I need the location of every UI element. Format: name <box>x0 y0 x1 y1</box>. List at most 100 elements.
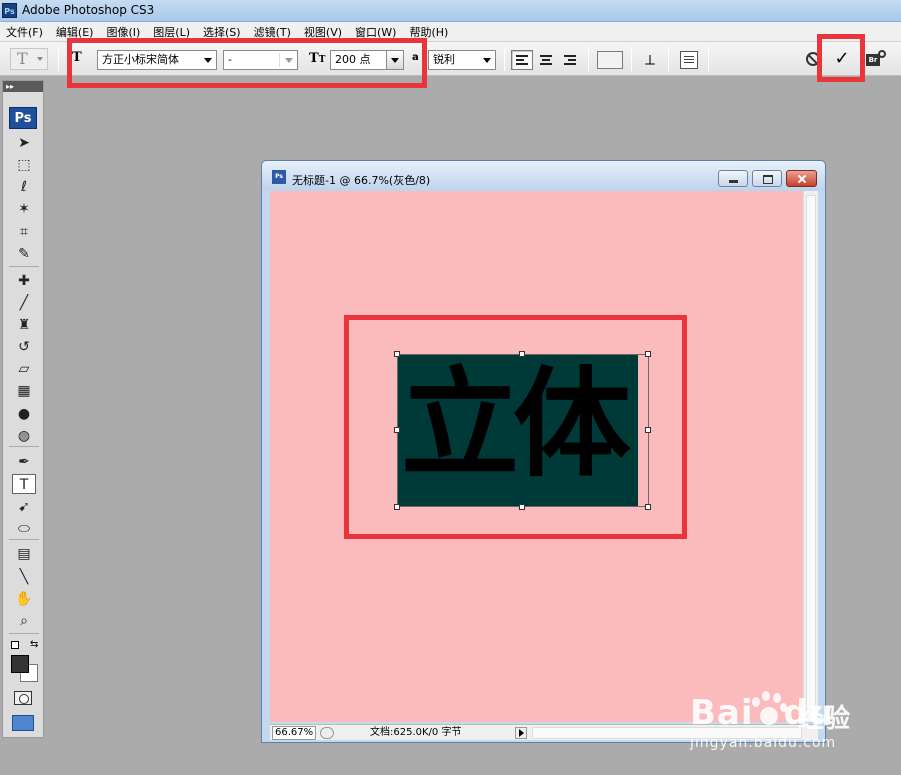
ps-badge-icon[interactable]: Ps <box>9 107 37 129</box>
font-family-value: 方正小标宋简体 <box>102 53 179 66</box>
antialias-icon: a <box>412 52 419 63</box>
tool-preset-picker[interactable]: T <box>10 48 48 70</box>
character-palette-icon[interactable] <box>680 51 698 69</box>
toolbox-grip[interactable]: ▸▸ <box>3 81 43 92</box>
history-brush-tool[interactable]: ↺ <box>12 337 36 357</box>
toolbox-divider <box>9 633 39 634</box>
transform-handle-t[interactable] <box>519 351 525 357</box>
toolbox-divider <box>9 266 39 267</box>
path-selection-tool[interactable]: ➹ <box>12 497 36 517</box>
eyedropper-tool[interactable]: ╲ <box>12 567 36 587</box>
bridge-icon[interactable]: Br <box>866 50 888 68</box>
marquee-tool[interactable]: ⬚ <box>12 155 36 175</box>
eraser-tool[interactable]: ▱ <box>12 359 36 379</box>
align-center-button[interactable] <box>535 50 557 70</box>
dropdown-divider <box>279 53 280 67</box>
screen-mode-icon[interactable] <box>12 715 34 731</box>
text-color-swatch[interactable] <box>597 51 623 69</box>
font-family-dropdown[interactable]: 方正小标宋简体 <box>97 50 217 70</box>
type-tool[interactable]: T <box>12 474 36 494</box>
hand-tool[interactable]: ✋ <box>12 589 36 609</box>
dodge-tool[interactable]: ◍ <box>12 426 36 446</box>
default-colors-icon[interactable] <box>11 641 19 649</box>
toolbox-divider <box>9 539 39 540</box>
commit-check-icon[interactable]: ✓ <box>824 45 860 73</box>
chevron-down-icon <box>285 58 293 63</box>
chevron-down-icon <box>391 58 399 63</box>
menu-image[interactable]: 图像(I) <box>106 24 140 40</box>
pen-tool[interactable]: ✒ <box>12 452 36 472</box>
menu-filter[interactable]: 滤镜(T) <box>254 24 291 40</box>
menu-layer[interactable]: 图层(L) <box>153 24 190 40</box>
close-button[interactable] <box>786 170 817 187</box>
transform-handle-tr[interactable] <box>645 351 651 357</box>
font-style-value: - <box>228 53 232 66</box>
warp-text-icon[interactable]: ⟂ <box>640 50 660 70</box>
font-size-value: 200 点 <box>335 53 371 66</box>
chevron-down-icon <box>37 57 43 61</box>
chevron-down-icon <box>483 58 491 63</box>
menu-help[interactable]: 帮助(H) <box>409 24 448 40</box>
align-left-button[interactable] <box>511 50 533 70</box>
healing-brush-tool[interactable]: ✚ <box>12 271 36 291</box>
clone-stamp-tool[interactable]: ♜ <box>12 315 36 335</box>
zoom-tool[interactable]: ⌕ <box>12 611 36 631</box>
text-orientation-toggle-icon[interactable]: T <box>72 50 86 68</box>
watermark-cn: 经验 <box>798 704 851 734</box>
slice-tool[interactable]: ✎ <box>12 244 36 264</box>
magic-wand-tool[interactable]: ✶ <box>12 199 36 219</box>
app-titlebar: Ps Adobe Photoshop CS3 <box>0 0 901 22</box>
font-style-dropdown[interactable]: - <box>223 50 298 70</box>
watermark-url: jingyan.baidu.com <box>690 735 837 751</box>
options-bar: T T 方正小标宋简体 - TT 200 点 a 锐利 ⟂ ✓ Br <box>0 42 901 76</box>
menu-view[interactable]: 视图(V) <box>304 24 342 40</box>
zoom-level-field[interactable]: 66.67% <box>272 726 316 740</box>
options-divider <box>631 47 632 71</box>
font-size-icon: TT <box>309 51 326 66</box>
vertical-scrollbar[interactable] <box>803 191 818 722</box>
zoom-menu-icon[interactable] <box>320 727 334 739</box>
swap-colors-icon[interactable]: ⇆ <box>30 639 38 650</box>
document-titlebar[interactable]: Ps 无标题-1 @ 66.7%(灰色/8) <box>262 161 825 191</box>
document-title: 无标题-1 @ 66.7%(灰色/8) <box>292 174 431 187</box>
options-divider <box>588 47 589 71</box>
move-tool[interactable]: ➤ <box>12 133 36 153</box>
gradient-tool[interactable]: ▦ <box>12 381 36 401</box>
chevron-down-icon <box>204 58 212 63</box>
menu-file[interactable]: 文件(F) <box>6 24 43 40</box>
menu-select[interactable]: 选择(S) <box>203 24 241 40</box>
minimize-button[interactable] <box>718 170 748 187</box>
antialias-value: 锐利 <box>433 53 455 66</box>
font-size-dropdown-button[interactable] <box>386 51 403 69</box>
transform-handle-tl[interactable] <box>394 351 400 357</box>
transform-handle-r[interactable] <box>645 427 651 433</box>
type-preset-icon: T <box>17 49 28 68</box>
paw-logo-icon <box>748 691 788 731</box>
brush-tool[interactable]: ╱ <box>12 293 36 313</box>
lasso-tool[interactable]: ℓ <box>12 177 36 197</box>
status-menu-arrow-icon[interactable] <box>515 727 527 739</box>
antialias-dropdown[interactable]: 锐利 <box>428 50 496 70</box>
foreground-color-swatch[interactable] <box>11 655 29 673</box>
cancel-edits-icon[interactable] <box>806 52 820 66</box>
quick-mask-icon[interactable] <box>14 691 32 705</box>
photoshop-logo-icon: Ps <box>2 3 17 18</box>
crop-tool[interactable]: ⌗ <box>12 222 36 242</box>
transform-handle-br[interactable] <box>645 504 651 510</box>
options-divider <box>58 47 59 71</box>
transform-handle-b[interactable] <box>519 504 525 510</box>
transform-handle-bl[interactable] <box>394 504 400 510</box>
font-size-dropdown[interactable]: 200 点 <box>330 50 404 70</box>
document-ps-icon: Ps <box>272 170 286 184</box>
transform-handle-l[interactable] <box>394 427 400 433</box>
scrollbar-thumb[interactable] <box>806 195 816 715</box>
maximize-button[interactable] <box>752 170 782 187</box>
blur-tool[interactable]: ● <box>12 404 36 424</box>
align-right-button[interactable] <box>559 50 581 70</box>
baidu-watermark: Bai du 经验 jingyan.baidu.com <box>690 683 890 758</box>
ellipse-tool[interactable]: ⬭ <box>12 519 36 539</box>
notes-tool[interactable]: ▤ <box>12 544 36 564</box>
menu-window[interactable]: 窗口(W) <box>355 24 396 40</box>
options-divider <box>708 47 709 71</box>
menu-edit[interactable]: 编辑(E) <box>56 24 94 40</box>
